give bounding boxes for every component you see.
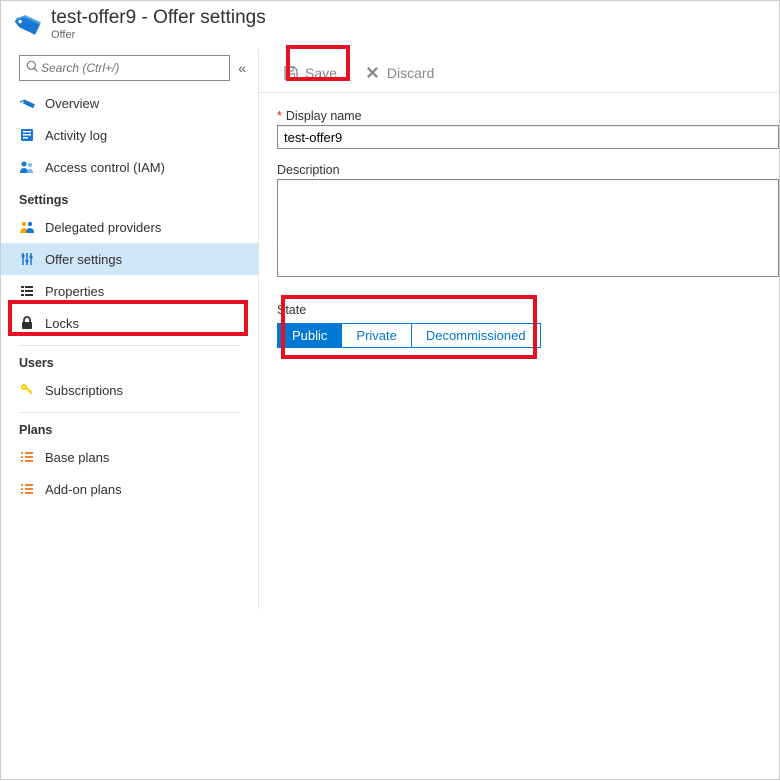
sidebar-item-delegated-providers[interactable]: Delegated providers xyxy=(1,211,258,243)
discard-button-label: Discard xyxy=(387,65,434,81)
state-option-private[interactable]: Private xyxy=(342,324,411,347)
sidebar-item-properties[interactable]: Properties xyxy=(1,275,258,307)
description-input[interactable] xyxy=(277,179,779,277)
list-icon xyxy=(19,481,35,497)
sidebar-section-users: Users xyxy=(1,346,258,374)
collapse-sidebar-icon[interactable]: « xyxy=(238,60,246,76)
tag-icon xyxy=(19,95,35,111)
display-name-input[interactable] xyxy=(277,125,779,149)
sidebar-item-overview[interactable]: Overview xyxy=(1,87,258,119)
search-icon xyxy=(26,60,39,76)
properties-icon xyxy=(19,283,35,299)
sidebar-item-label: Base plans xyxy=(45,450,109,465)
sidebar-item-label: Activity log xyxy=(45,128,107,143)
sidebar-item-locks[interactable]: Locks xyxy=(1,307,258,339)
state-option-decommissioned[interactable]: Decommissioned xyxy=(412,324,540,347)
page-subtitle: Offer xyxy=(51,29,266,41)
sidebar-item-access-control[interactable]: Access control (IAM) xyxy=(1,151,258,183)
state-option-public[interactable]: Public xyxy=(278,324,342,347)
sidebar-item-label: Add-on plans xyxy=(45,482,122,497)
offer-tag-icon xyxy=(15,9,43,37)
sidebar-item-label: Locks xyxy=(45,316,79,331)
sidebar-item-base-plans[interactable]: Base plans xyxy=(1,441,258,473)
sidebar-item-activity-log[interactable]: Activity log xyxy=(1,119,258,151)
close-icon xyxy=(365,65,381,81)
save-button-label: Save xyxy=(305,65,337,81)
page-title: test-offer9 - Offer settings xyxy=(51,7,266,29)
sidebar-section-plans: Plans xyxy=(1,413,258,441)
sidebar-section-settings: Settings xyxy=(1,183,258,211)
display-name-label: *Display name xyxy=(265,109,779,123)
sidebar-item-label: Properties xyxy=(45,284,104,299)
discard-button[interactable]: Discard xyxy=(359,59,440,87)
search-input[interactable] xyxy=(39,60,223,76)
access-control-icon xyxy=(19,159,35,175)
blade-header: test-offer9 - Offer settings Offer xyxy=(1,1,779,49)
sidebar-item-label: Access control (IAM) xyxy=(45,160,165,175)
toolbar: Save Discard xyxy=(259,53,779,93)
key-icon xyxy=(19,382,35,398)
list-icon xyxy=(19,449,35,465)
activity-log-icon xyxy=(19,127,35,143)
sidebar-item-offer-settings[interactable]: Offer settings xyxy=(1,243,258,275)
search-input-wrapper[interactable] xyxy=(19,55,230,81)
save-button[interactable]: Save xyxy=(277,59,343,87)
sidebar-item-label: Delegated providers xyxy=(45,220,161,235)
providers-icon xyxy=(19,219,35,235)
sliders-icon xyxy=(19,251,35,267)
sidebar: « Overview Activity log Access control (… xyxy=(1,49,259,609)
sidebar-item-addon-plans[interactable]: Add-on plans xyxy=(1,473,258,505)
main-content: Save Discard *Display name Description S… xyxy=(259,49,779,781)
sidebar-item-label: Subscriptions xyxy=(45,383,123,398)
description-label: Description xyxy=(265,163,779,177)
save-icon xyxy=(283,65,299,81)
state-label: State xyxy=(265,303,779,317)
sidebar-item-subscriptions[interactable]: Subscriptions xyxy=(1,374,258,406)
lock-icon xyxy=(19,315,35,331)
state-toggle: Public Private Decommissioned xyxy=(277,323,541,348)
sidebar-item-label: Offer settings xyxy=(45,252,122,267)
required-star-icon: * xyxy=(277,109,282,123)
sidebar-item-label: Overview xyxy=(45,96,99,111)
